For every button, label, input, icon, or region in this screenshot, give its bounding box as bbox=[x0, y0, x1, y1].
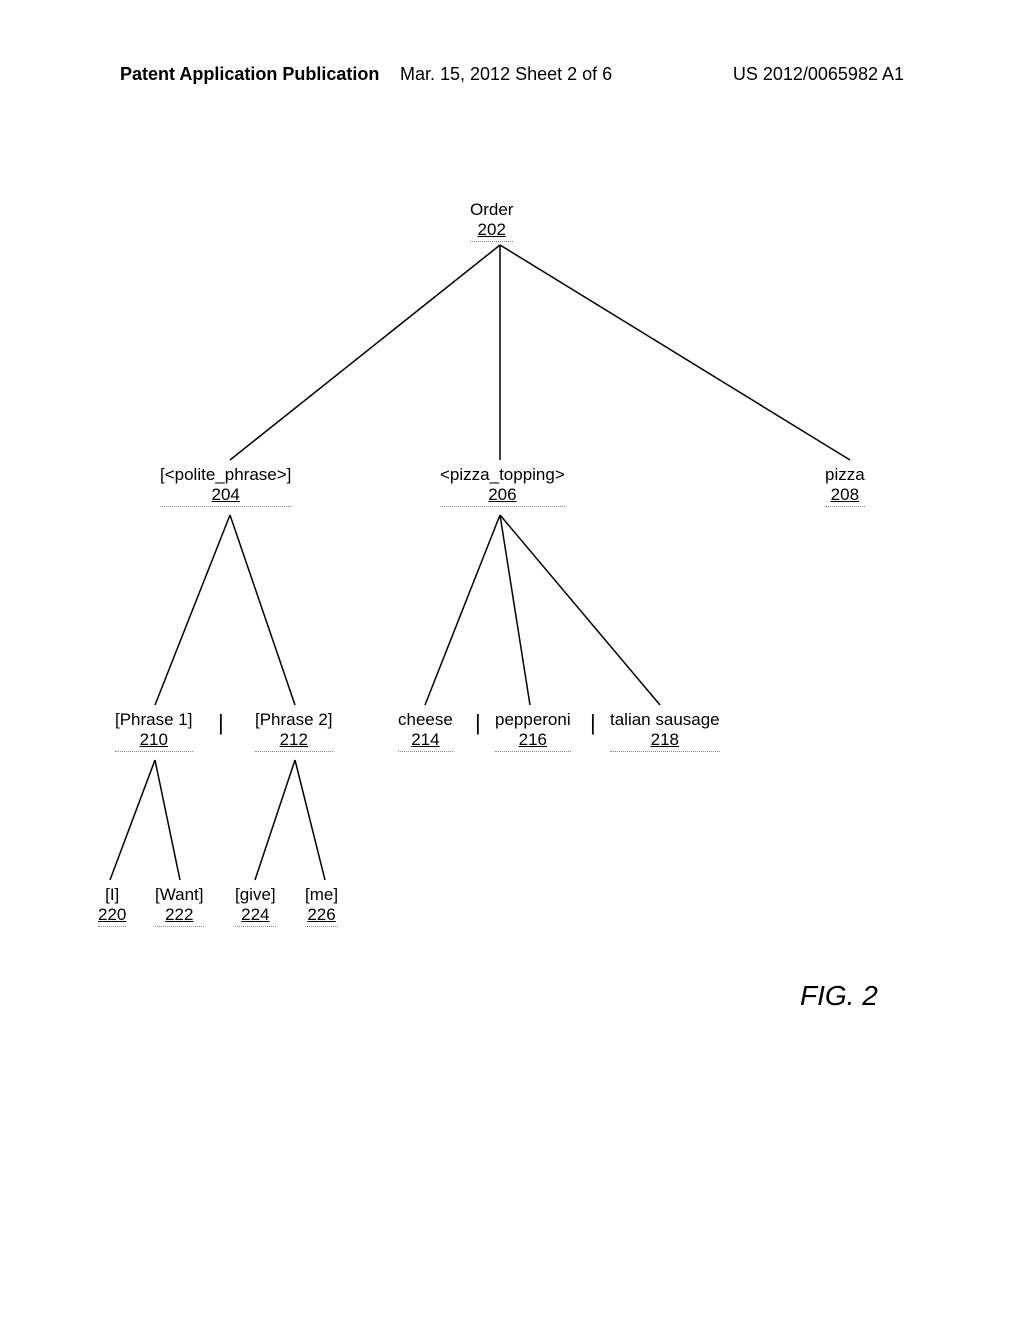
node-label: [Phrase 1] bbox=[115, 710, 193, 730]
node-phrase2: [Phrase 2] 212 bbox=[255, 710, 333, 752]
node-ref: 220 bbox=[98, 905, 126, 926]
node-label: pizza bbox=[825, 465, 865, 485]
node-label: cheese bbox=[398, 710, 453, 730]
node-cheese: cheese 214 bbox=[398, 710, 453, 752]
node-polite-phrase: [<polite_phrase>] 204 bbox=[160, 465, 291, 507]
node-phrase1: [Phrase 1] 210 bbox=[115, 710, 193, 752]
node-ref: 216 bbox=[495, 730, 571, 751]
node-pizza: pizza 208 bbox=[825, 465, 865, 507]
node-ref: 202 bbox=[470, 220, 513, 241]
node-ref: 204 bbox=[160, 485, 291, 506]
node-label: [give] bbox=[235, 885, 276, 905]
node-label: talian sausage bbox=[610, 710, 720, 730]
node-ref: 214 bbox=[398, 730, 453, 751]
header-center: Mar. 15, 2012 Sheet 2 of 6 bbox=[400, 64, 612, 85]
node-ref: 222 bbox=[155, 905, 204, 926]
node-label: [me] bbox=[305, 885, 338, 905]
node-ref: 226 bbox=[305, 905, 338, 926]
header-right: US 2012/0065982 A1 bbox=[733, 64, 904, 85]
node-ref: 218 bbox=[610, 730, 720, 751]
node-pepperoni: pepperoni 216 bbox=[495, 710, 571, 752]
separator-pipe: | bbox=[590, 710, 596, 736]
node-label: pepperoni bbox=[495, 710, 571, 730]
node-ref: 212 bbox=[255, 730, 333, 751]
node-pizza-topping: <pizza_topping> 206 bbox=[440, 465, 565, 507]
node-give: [give] 224 bbox=[235, 885, 276, 927]
separator-pipe: | bbox=[218, 710, 224, 736]
node-label: Order bbox=[470, 200, 513, 220]
node-label: [Want] bbox=[155, 885, 204, 905]
node-italian-sausage: talian sausage 218 bbox=[610, 710, 720, 752]
separator-pipe: | bbox=[475, 710, 481, 736]
header-left: Patent Application Publication bbox=[120, 64, 379, 85]
node-ref: 208 bbox=[825, 485, 865, 506]
node-ref: 206 bbox=[440, 485, 565, 506]
node-ref: 224 bbox=[235, 905, 276, 926]
figure-area: Order 202 [<polite_phrase>] 204 <pizza_t… bbox=[80, 150, 960, 1150]
node-order: Order 202 bbox=[470, 200, 513, 242]
node-want: [Want] 222 bbox=[155, 885, 204, 927]
node-label: [I] bbox=[98, 885, 126, 905]
node-me: [me] 226 bbox=[305, 885, 338, 927]
figure-label: FIG. 2 bbox=[800, 980, 878, 1012]
node-i: [I] 220 bbox=[98, 885, 126, 927]
node-label: [Phrase 2] bbox=[255, 710, 333, 730]
node-label: [<polite_phrase>] bbox=[160, 465, 291, 485]
node-label: <pizza_topping> bbox=[440, 465, 565, 485]
node-ref: 210 bbox=[115, 730, 193, 751]
